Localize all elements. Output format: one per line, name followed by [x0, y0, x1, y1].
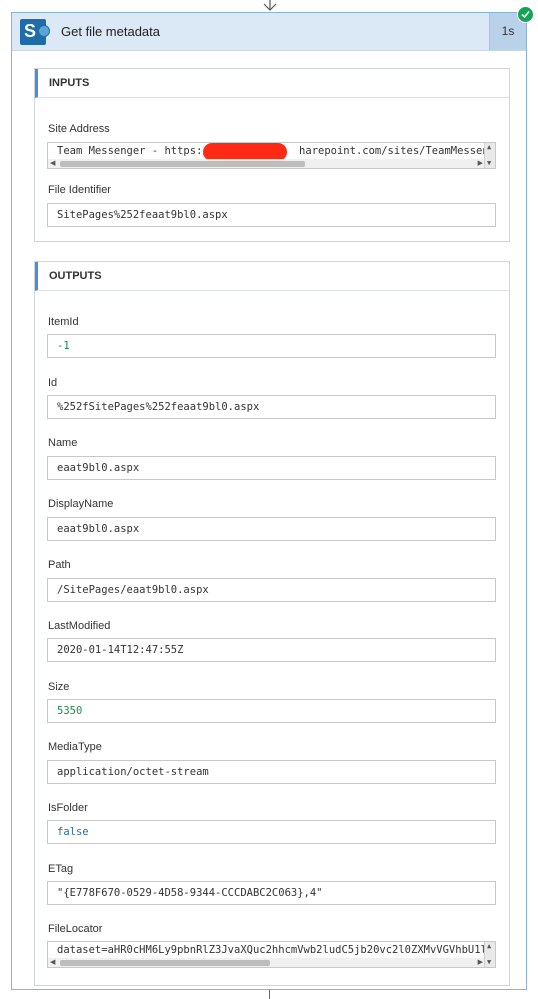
size-label: Size — [48, 681, 70, 693]
inputs-heading: INPUTS — [35, 69, 509, 98]
site-address-label: Site Address — [48, 123, 110, 135]
filelocator-value: dataset=aHR0cHM6Ly9pbnRlZ3JvaXQuc2hhcmVw… — [57, 944, 496, 956]
vertical-scrollbar[interactable]: ▲ ▼ — [484, 942, 495, 967]
filelocator-field[interactable]: dataset=aHR0cHM6Ly9pbnRlZ3JvaXQuc2hhcmVw… — [47, 941, 496, 968]
checkmark-icon — [517, 6, 534, 23]
file-identifier-label: File Identifier — [48, 184, 111, 196]
vertical-scrollbar[interactable]: ▲ ▼ — [484, 143, 495, 168]
scroll-up-icon[interactable]: ▲ — [487, 943, 491, 950]
site-address-field[interactable]: Team Messenger - https:// harepoint.com/s… — [47, 142, 496, 169]
scroll-left-icon[interactable]: ◀ — [50, 160, 55, 167]
scroll-down-icon[interactable]: ▼ — [487, 959, 491, 966]
sharepoint-icon: S — [20, 19, 50, 45]
path-label: Path — [48, 559, 71, 571]
isfolder-field[interactable]: false — [47, 820, 496, 844]
etag-label: ETag — [48, 863, 74, 875]
outputs-heading: OUTPUTS — [35, 262, 509, 291]
scroll-right-icon[interactable]: ▶ — [478, 959, 483, 966]
action-title: Get file metadata — [61, 24, 160, 39]
scroll-down-icon[interactable]: ▼ — [487, 160, 491, 167]
outputs-section: OUTPUTS ItemId -1 Id %252fSitePages%252f… — [34, 261, 510, 986]
inputs-section: INPUTS Site Address Team Messenger - htt… — [34, 68, 510, 242]
displayname-field[interactable]: eaat9bl0.aspx — [47, 517, 496, 541]
name-field[interactable]: eaat9bl0.aspx — [47, 456, 496, 480]
action-header[interactable]: S Get file metadata 1s — [12, 13, 526, 51]
action-card: S Get file metadata 1s INPUTS Site Addre… — [11, 12, 527, 990]
scroll-up-icon[interactable]: ▲ — [487, 144, 491, 151]
filelocator-label: FileLocator — [48, 923, 103, 935]
horizontal-scrollbar[interactable]: ◀ ▶ — [48, 159, 495, 168]
itemid-field[interactable]: -1 — [47, 334, 496, 358]
scrollbar-thumb[interactable] — [60, 960, 270, 966]
scroll-right-icon[interactable]: ▶ — [478, 160, 483, 167]
name-label: Name — [48, 437, 78, 449]
file-identifier-field[interactable]: SitePages%252feaat9bl0.aspx — [47, 203, 496, 227]
id-field[interactable]: %252fSitePages%252feaat9bl0.aspx — [47, 395, 496, 419]
flow-arrow-icon — [263, 0, 277, 11]
scroll-left-icon[interactable]: ◀ — [50, 959, 55, 966]
id-label: Id — [48, 377, 58, 389]
isfolder-label: IsFolder — [48, 802, 88, 814]
etag-field[interactable]: "{E778F670-0529-4D58-9344-CCCDABC2C063},… — [47, 881, 496, 905]
site-address-value-tail: harepoint.com/sites/TeamMessenger2 — [299, 145, 496, 157]
displayname-label: DisplayName — [48, 498, 114, 510]
lastmodified-label: LastModified — [48, 620, 111, 632]
site-address-value: Team Messenger - https:// — [57, 145, 216, 157]
flow-connector-line — [269, 990, 270, 999]
itemid-label: ItemId — [48, 316, 79, 328]
mediatype-label: MediaType — [48, 741, 102, 753]
size-field[interactable]: 5350 — [47, 699, 496, 723]
horizontal-scrollbar[interactable]: ◀ ▶ — [48, 958, 495, 967]
mediatype-field[interactable]: application/octet-stream — [47, 760, 496, 784]
path-field[interactable]: /SitePages/eaat9bl0.aspx — [47, 578, 496, 602]
scrollbar-thumb[interactable] — [60, 161, 305, 167]
lastmodified-field[interactable]: 2020-01-14T12:47:55Z — [47, 638, 496, 662]
